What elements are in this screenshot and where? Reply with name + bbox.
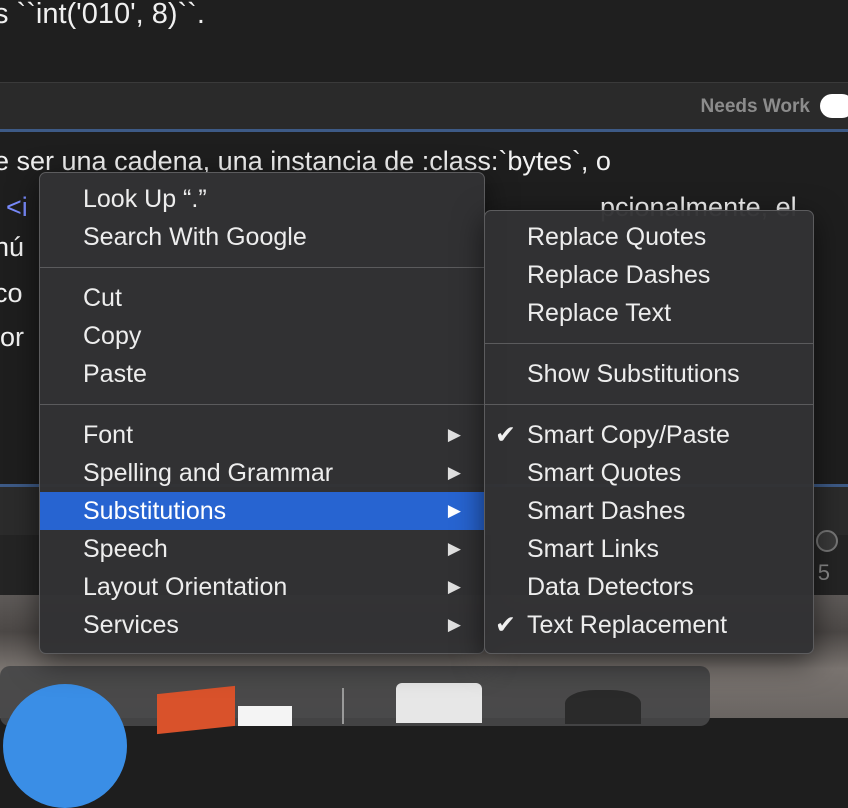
menu-item-label: Data Detectors (527, 573, 694, 601)
menu-item-label: Look Up “.” (83, 185, 207, 213)
menu-item-label: Services (83, 611, 179, 639)
submenu-arrow-icon: ▶ (447, 501, 461, 520)
menu-item-services[interactable]: Services ▶ (40, 606, 484, 644)
menu-item-label: Font (83, 421, 134, 449)
submenu-item-data-detectors[interactable]: Data Detectors (485, 568, 813, 606)
editor-line: co (0, 278, 23, 308)
needs-work-toggle[interactable] (820, 94, 848, 118)
submenu-item-replace-text[interactable]: Replace Text (485, 294, 813, 332)
submenu-arrow-icon: ▶ (447, 425, 461, 444)
menu-item-label: Layout Orientation (83, 573, 288, 601)
dock-folder-icon[interactable] (396, 683, 482, 723)
checkmark-icon: ✔ (495, 421, 516, 449)
menu-item-label: Show Substitutions (527, 360, 740, 388)
editor-line: <i (6, 192, 28, 223)
checkmark-icon: ✔ (495, 611, 516, 639)
submenu-item-replace-dashes[interactable]: Replace Dashes (485, 256, 813, 294)
menu-item-layout-orientation[interactable]: Layout Orientation ▶ (40, 568, 484, 606)
substitutions-submenu: Replace Quotes Replace Dashes Replace Te… (484, 210, 814, 654)
menu-item-speech[interactable]: Speech ▶ (40, 530, 484, 568)
menu-item-label: Smart Dashes (527, 497, 686, 525)
page-number: 5 (817, 560, 830, 585)
menu-item-label: Replace Text (527, 299, 672, 327)
menu-item-label: Smart Copy/Paste (527, 421, 730, 449)
menu-item-label: Cut (83, 284, 122, 312)
submenu-item-smart-dashes[interactable]: Smart Dashes (485, 492, 813, 530)
menu-item-label: Paste (83, 360, 147, 388)
status-bar: Needs Work (0, 83, 848, 132)
editor-line: lor (0, 322, 25, 352)
dock-trash-icon[interactable] (565, 690, 641, 724)
menu-item-label: Substitutions (83, 497, 227, 525)
editor-tag: <i (6, 192, 28, 222)
menu-item-label: Speech (83, 535, 168, 563)
menu-item-paste[interactable]: Paste (40, 355, 484, 393)
needs-work-label: Needs Work (700, 96, 810, 117)
submenu-item-show-substitutions[interactable]: Show Substitutions (485, 355, 813, 393)
submenu-item-replace-quotes[interactable]: Replace Quotes (485, 218, 813, 256)
submenu-arrow-icon: ▶ (447, 463, 461, 482)
menu-item-label: Search With Google (83, 223, 307, 251)
submenu-arrow-icon: ▶ (447, 615, 461, 634)
dock-app-icon[interactable] (157, 685, 235, 735)
editor-line: nú (0, 232, 25, 262)
submenu-arrow-icon: ▶ (447, 539, 461, 558)
submenu-item-smart-quotes[interactable]: Smart Quotes (485, 454, 813, 492)
menu-item-label: Text Replacement (527, 611, 728, 639)
menu-item-label: Spelling and Grammar (83, 459, 334, 487)
menu-item-label: Copy (83, 322, 142, 350)
dock-app-icon[interactable] (238, 706, 292, 726)
dock-separator (342, 688, 344, 724)
menu-item-font[interactable]: Font ▶ (40, 416, 484, 454)
menu-item-look-up[interactable]: Look Up “.” (40, 180, 484, 218)
menu-item-label: Smart Links (527, 535, 659, 563)
menu-item-substitutions[interactable]: Substitutions ▶ (40, 492, 484, 530)
menu-item-copy[interactable]: Copy (40, 317, 484, 355)
menu-item-search-google[interactable]: Search With Google (40, 218, 484, 256)
menu-separator (40, 404, 484, 405)
submenu-item-smart-copy-paste[interactable]: ✔ Smart Copy/Paste (485, 416, 813, 454)
submenu-item-text-replacement[interactable]: ✔ Text Replacement (485, 606, 813, 644)
submenu-item-smart-links[interactable]: Smart Links (485, 530, 813, 568)
menu-separator (40, 267, 484, 268)
top-pane: s ``int('010', 8)``. (0, 0, 848, 83)
menu-separator (485, 404, 813, 405)
menu-item-cut[interactable]: Cut (40, 279, 484, 317)
dock-app-icon[interactable] (3, 684, 127, 808)
submenu-arrow-icon: ▶ (447, 577, 461, 596)
source-text: s ``int('010', 8)``. (0, 0, 205, 30)
context-menu: Look Up “.” Search With Google Cut Copy … (39, 172, 485, 654)
menu-item-label: Smart Quotes (527, 459, 682, 487)
menu-item-spelling-grammar[interactable]: Spelling and Grammar ▶ (40, 454, 484, 492)
menu-item-label: Replace Dashes (527, 261, 711, 289)
menu-separator (485, 343, 813, 344)
menu-item-label: Replace Quotes (527, 223, 707, 251)
circle-button[interactable] (816, 530, 838, 552)
